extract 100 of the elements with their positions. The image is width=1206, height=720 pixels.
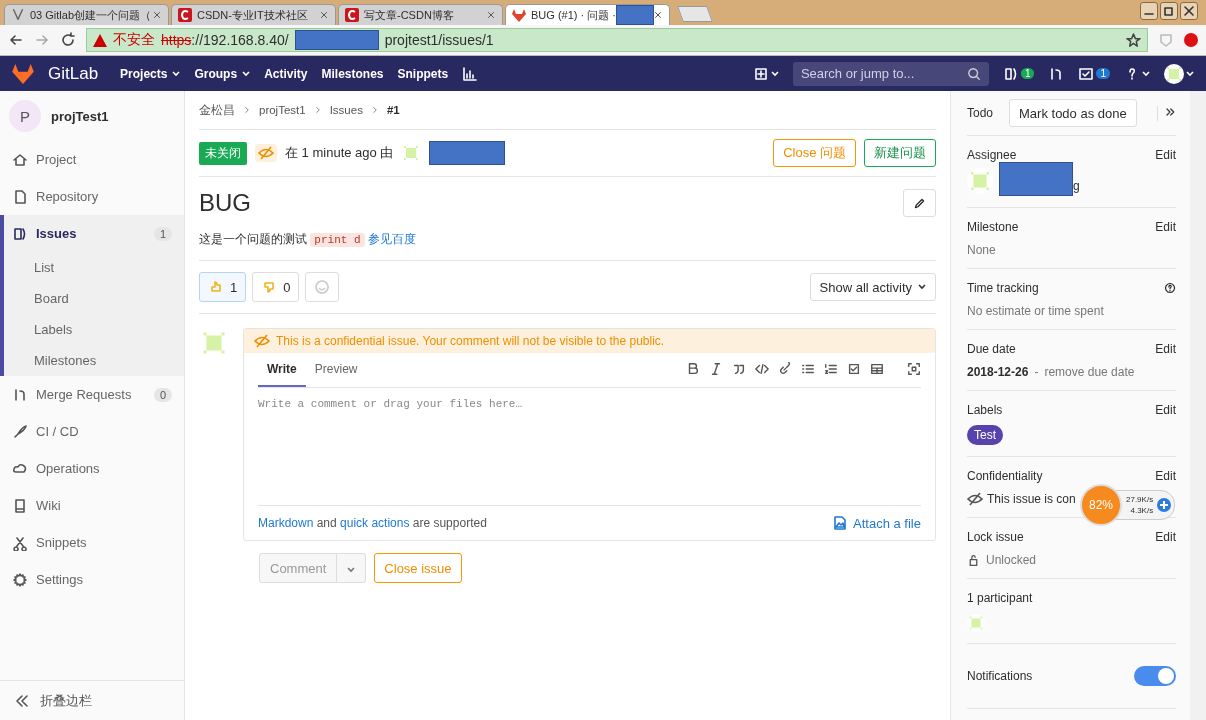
forward-icon: [34, 32, 50, 48]
status-badge: 未关闭: [199, 141, 247, 165]
award-button[interactable]: 1: [199, 272, 247, 302]
assignee-name: g: [1073, 179, 1080, 193]
user-menu-button[interactable]: [1164, 63, 1194, 84]
scissors-icon: [12, 534, 28, 551]
sidebar-subitem[interactable]: Labels: [4, 314, 184, 345]
description-link[interactable]: 参见百度: [367, 232, 416, 246]
document-icon: [12, 188, 28, 205]
browser-tab[interactable]: BUG (#1) · 问题 ·: [505, 4, 670, 25]
shield-icon: [1158, 32, 1174, 48]
nav-menu-item[interactable]: Groups: [194, 66, 251, 81]
sidebar-item[interactable]: Repository: [0, 178, 184, 215]
breadcrumb-current: #1: [386, 104, 400, 116]
search-field[interactable]: Search or jump to...: [792, 61, 989, 86]
notifications-toggle[interactable]: [1134, 666, 1176, 686]
sidebar-item[interactable]: Project: [0, 141, 184, 178]
edit-link[interactable]: Edit: [1155, 148, 1176, 162]
comment-editor[interactable]: This is a confidential issue. Your comment will not be visible to the public. Write Preview Write a comment or drag your files here… Markdown and quick actions are supported Attach a file: [243, 328, 936, 541]
project-name[interactable]: projTest1: [51, 108, 109, 124]
section-title: Labels: [967, 403, 1003, 417]
nav-menu-item[interactable]: Activity: [264, 66, 308, 81]
editor-tab[interactable]: Preview: [305, 353, 367, 387]
smiley-icon: [314, 279, 331, 295]
pencil-icon: [913, 196, 926, 210]
milestone-value: None: [967, 243, 996, 257]
fox-logo-icon: [12, 63, 34, 84]
caret-icon: [770, 70, 779, 77]
avatar-icon: [1164, 63, 1184, 84]
scrollbar[interactable]: [1190, 91, 1206, 720]
eye-slash-icon: [967, 492, 983, 506]
breadcrumb-link[interactable]: Issues: [329, 104, 363, 116]
quick-actions-link[interactable]: quick actions: [340, 516, 410, 530]
sidebar-subitem[interactable]: Board: [4, 283, 184, 314]
edit-link[interactable]: Edit: [1155, 469, 1176, 483]
url-text: https://192.168.8.40/: [161, 32, 289, 48]
new-item-button[interactable]: [752, 65, 779, 82]
chart-icon: [462, 65, 479, 82]
brand-name: GitLab: [48, 63, 99, 84]
sidebar-item[interactable]: Issues 1: [4, 215, 184, 252]
time-tracking-value: No estimate or time spent: [967, 304, 1104, 318]
award-button[interactable]: 0: [252, 272, 300, 302]
sidebar-item[interactable]: CI / CD: [0, 413, 184, 450]
help-icon: [1164, 282, 1176, 294]
sidebar-subitem[interactable]: List: [4, 252, 184, 283]
caret-icon: [1142, 70, 1150, 77]
sidebar-item[interactable]: Wiki: [0, 487, 184, 524]
code-icon: [755, 361, 769, 376]
house-icon: [12, 151, 28, 168]
nav-menu-item[interactable]: Projects: [120, 66, 181, 81]
usage-gauge: 82%: [1080, 484, 1122, 526]
address-bar[interactable]: 不安全 https://192.168.8.40/ projtest1/issues/1: [86, 28, 1148, 52]
sidebar-subitem[interactable]: Milestones: [4, 345, 184, 376]
close-icon: [486, 10, 496, 20]
c-logo-icon: [178, 8, 192, 22]
new-issue-button[interactable]: 新建问题: [864, 139, 936, 167]
attach-file-link[interactable]: Attach a file: [832, 515, 921, 531]
image-file-icon: [832, 515, 849, 531]
nav-menu-item[interactable]: Snippets: [397, 66, 449, 81]
issue-meta: 在 1 minute ago 由: [285, 144, 394, 162]
activity-filter-dropdown[interactable]: Show all activity: [809, 273, 936, 301]
breadcrumb-link[interactable]: projTest1: [259, 104, 306, 116]
project-avatar: P: [9, 100, 41, 132]
table-icon: [870, 361, 884, 376]
collapse-sidebar-button[interactable]: 折叠边栏: [40, 692, 92, 710]
nav-menu-item[interactable]: Milestones: [321, 66, 384, 81]
browser-tab[interactable]: 写文章-CSDN博客: [338, 4, 503, 25]
checkbox-icon: [1078, 65, 1095, 82]
section-title: Notifications: [967, 669, 1033, 683]
browser-tab[interactable]: CSDN-专业IT技术社区: [171, 4, 336, 25]
plus-icon[interactable]: [1157, 498, 1172, 512]
eye-slash-icon: [254, 334, 270, 348]
mark-todo-done-button[interactable]: Mark todo as done: [1009, 99, 1137, 127]
remove-due-date-link[interactable]: remove due date: [1044, 365, 1135, 379]
numbered-list-icon: [824, 361, 838, 376]
sidebar-item[interactable]: Operations: [0, 450, 184, 487]
italic-icon: [709, 361, 723, 376]
edit-link[interactable]: Edit: [1155, 342, 1176, 356]
sidebar-item[interactable]: Snippets: [0, 524, 184, 561]
checklist-icon: [847, 361, 861, 376]
collapse-icon: [14, 693, 30, 709]
issue-title: BUG: [199, 189, 251, 217]
edit-link[interactable]: Edit: [1155, 220, 1176, 234]
markdown-link[interactable]: Markdown: [258, 516, 314, 530]
breadcrumb-link[interactable]: 金松昌: [199, 102, 235, 118]
section-title: Confidentiality: [967, 469, 1043, 483]
edit-link[interactable]: Edit: [1155, 530, 1176, 544]
restore-icon: [1160, 2, 1178, 20]
label-tag[interactable]: Test: [967, 425, 1003, 445]
todos-nav-button[interactable]: 1: [1078, 65, 1110, 82]
browser-tab[interactable]: 03 Gitlab创建一个问题（: [4, 4, 169, 25]
sidebar-item[interactable]: Settings: [0, 561, 184, 598]
edit-button[interactable]: [903, 189, 936, 217]
edit-link[interactable]: Edit: [1155, 403, 1176, 417]
lock-icon: [967, 553, 980, 567]
issues-icon: [1002, 65, 1019, 82]
sidebar-item[interactable]: Merge Requests 0: [0, 376, 184, 413]
chevron-icon: [242, 105, 252, 115]
close-icon: [152, 10, 162, 20]
close-icon: [319, 10, 329, 20]
